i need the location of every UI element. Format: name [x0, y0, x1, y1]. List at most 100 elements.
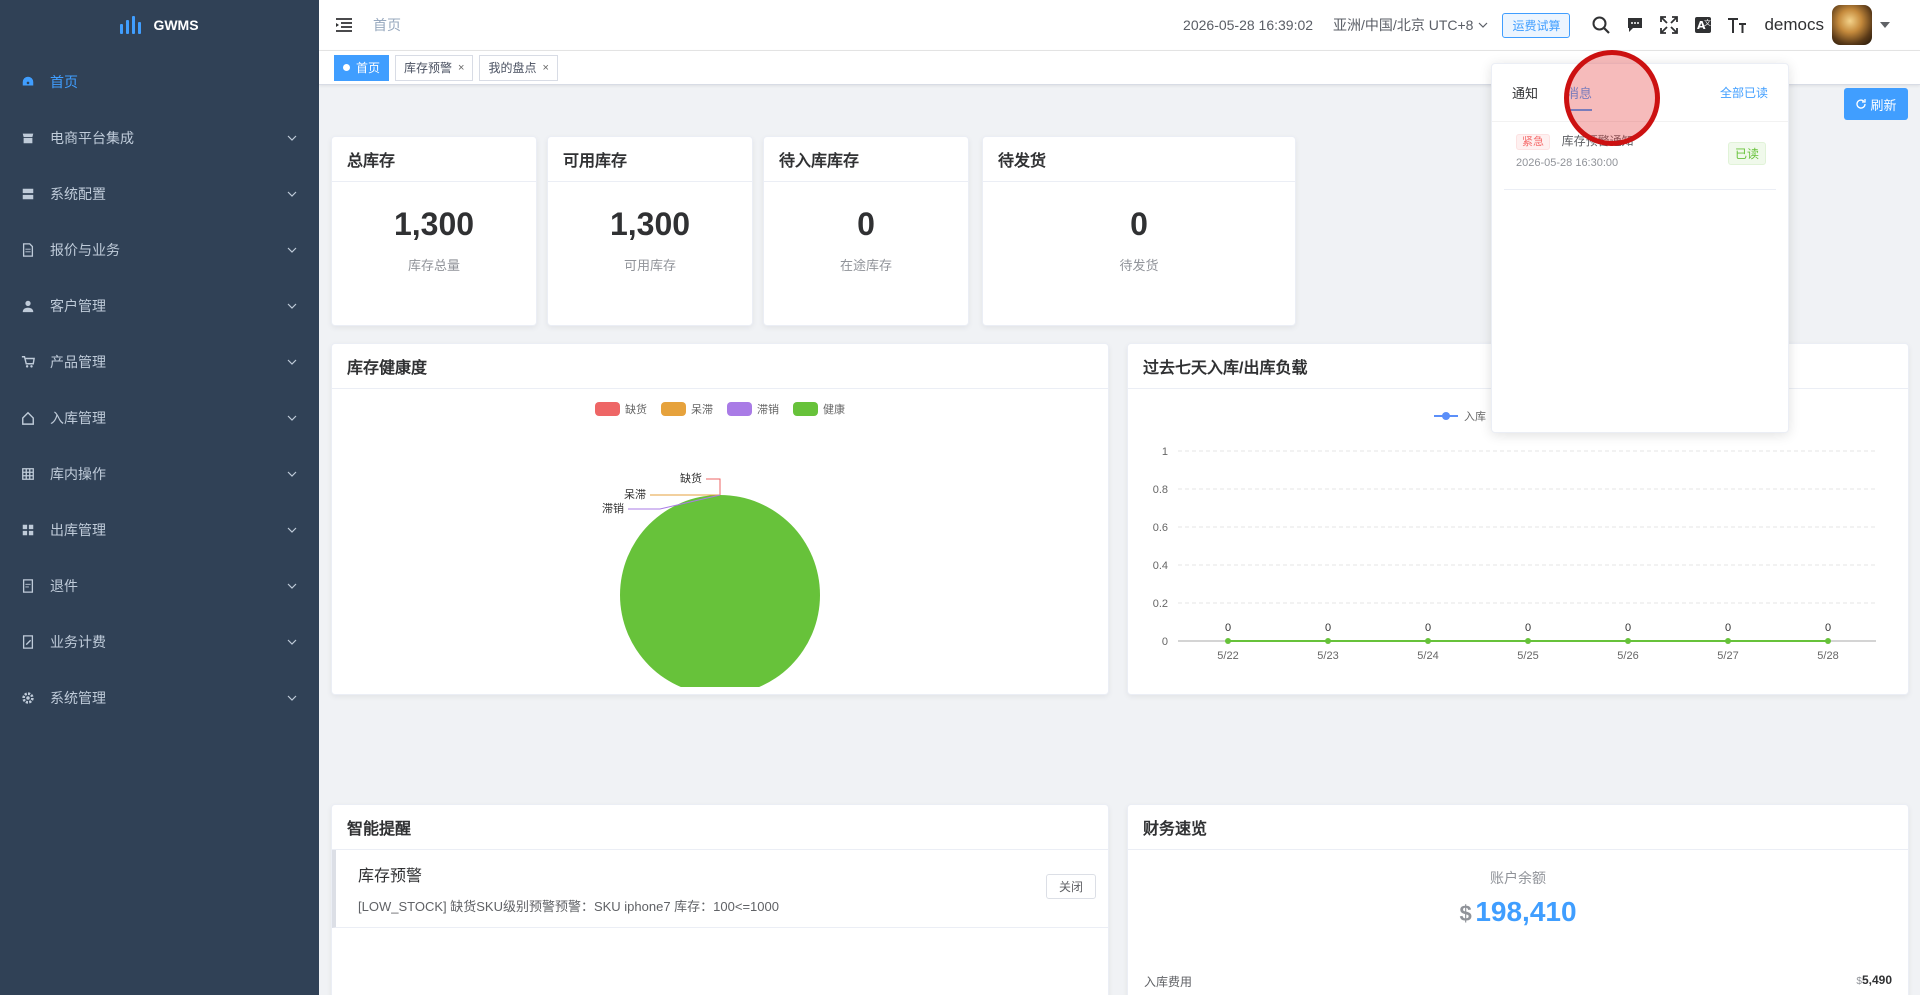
- sidebar-item-8[interactable]: 出库管理: [0, 502, 319, 558]
- mark-all-read-link[interactable]: 全部已读: [1720, 84, 1768, 101]
- data-point[interactable]: [1525, 638, 1531, 644]
- close-alert-button[interactable]: 关闭: [1045, 874, 1096, 899]
- breadcrumb[interactable]: 首页: [373, 15, 401, 35]
- legend-label: 入库: [1464, 410, 1486, 423]
- pie-chart: 缺货呆滞滞销健康: [602, 471, 820, 694]
- pie-label: 呆滞: [624, 488, 646, 501]
- tag-0[interactable]: 首页: [334, 54, 390, 81]
- hamburger-toggle[interactable]: [319, 0, 369, 50]
- sidebar-item-4[interactable]: 客户管理: [0, 278, 319, 334]
- legend-swatch: [595, 402, 620, 416]
- sidebar-item-0[interactable]: 首页: [0, 54, 319, 110]
- sidebar-item-5[interactable]: 产品管理: [0, 334, 319, 390]
- data-label: 0: [1625, 622, 1631, 634]
- balance-value: $ 198,410: [1128, 896, 1908, 928]
- tag-label: 首页: [356, 61, 381, 75]
- stat-value: 1,300: [393, 206, 475, 242]
- close-icon[interactable]: ×: [542, 62, 548, 74]
- data-point[interactable]: [1825, 638, 1831, 644]
- current-datetime: 2026-05-28 16:39:02: [1183, 17, 1314, 33]
- legend-label: 健康: [823, 404, 845, 416]
- read-status-badge: 已读: [1727, 142, 1766, 165]
- svg-text:文: 文: [1704, 18, 1711, 27]
- sidebar-item-1[interactable]: 电商平台集成: [0, 110, 319, 166]
- card-title: 库存健康度: [332, 344, 1108, 389]
- sidebar-item-label: 报价与业务: [50, 242, 120, 258]
- stat-body: 0 待发货: [983, 206, 1295, 274]
- sidebar-item-2[interactable]: 系统配置: [0, 166, 319, 222]
- stat-card: 待入库库存 0 在途库存: [763, 136, 969, 326]
- close-icon[interactable]: ×: [458, 62, 464, 74]
- tab-notices[interactable]: 通知: [1512, 83, 1538, 102]
- x-tick-label: 5/24: [1417, 650, 1438, 662]
- tag-2[interactable]: 我的盘点 ×: [479, 54, 558, 81]
- stat-body: 1,300 库存总量: [332, 206, 536, 274]
- inventory-health-card: 库存健康度 缺货呆滞滞销健康 缺货呆滞滞销健康: [331, 343, 1109, 695]
- username[interactable]: democs: [1764, 15, 1824, 35]
- legend-swatch: [661, 402, 686, 416]
- y-tick-label: 0.6: [1153, 522, 1168, 534]
- legend-swatch: [727, 402, 752, 416]
- message-button[interactable]: [1618, 0, 1652, 50]
- legend-item[interactable]: 缺货: [595, 401, 647, 417]
- freight-calc-button[interactable]: 运费试算: [1502, 12, 1571, 38]
- pie-slice[interactable]: [620, 495, 820, 694]
- data-label: 0: [1525, 622, 1531, 634]
- logo-icon: [120, 16, 142, 34]
- search-icon: [1592, 16, 1611, 34]
- message-time: 2026-05-28 16:30:00: [1516, 157, 1619, 169]
- timezone-select[interactable]: 亚洲/中国/北京 UTC+8: [1333, 15, 1488, 35]
- grid-icon: [20, 466, 36, 482]
- app-name: GWMS: [153, 17, 199, 33]
- urgent-badge: 紧急: [1516, 134, 1550, 150]
- translate-button[interactable]: A文: [1686, 0, 1720, 50]
- fullscreen-button[interactable]: [1652, 0, 1686, 50]
- app-logo[interactable]: GWMS: [0, 0, 319, 50]
- refresh-button[interactable]: 刷新: [1844, 88, 1908, 120]
- stat-label: 可用库存: [623, 258, 676, 273]
- sidebar-item-label: 退件: [50, 578, 78, 594]
- line-legend-item[interactable]: [1434, 412, 1458, 420]
- chat-icon: [1628, 18, 1643, 32]
- sidebar-item-7[interactable]: 库内操作: [0, 446, 319, 502]
- font-size-button[interactable]: [1720, 0, 1754, 50]
- search-button[interactable]: [1584, 0, 1618, 50]
- tag-1[interactable]: 库存预警 ×: [395, 54, 474, 81]
- sidebar-item-6[interactable]: 入库管理: [0, 390, 319, 446]
- sidebar-item-11[interactable]: 系统管理: [0, 670, 319, 726]
- data-point[interactable]: [1225, 638, 1231, 644]
- dashboard-icon: [20, 74, 36, 90]
- sidebar-item-10[interactable]: 业务计费: [0, 614, 319, 670]
- legend-item[interactable]: 呆滞: [661, 401, 713, 417]
- pie-label: 缺货: [680, 471, 702, 485]
- legend-item[interactable]: 健康: [793, 401, 845, 417]
- pie-label: 滞销: [602, 501, 624, 515]
- card-title: 可用库存: [548, 137, 752, 182]
- chevron-down-icon: [287, 359, 297, 365]
- pie-label-line: [706, 478, 721, 495]
- sidebar-item-3[interactable]: 报价与业务: [0, 222, 319, 278]
- finance-overview-card: 财务速览 账户余额 $ 198,410 入库费用 $5,490: [1127, 804, 1909, 995]
- x-tick-label: 5/26: [1617, 650, 1638, 662]
- chevron-down-icon: [287, 303, 297, 309]
- legend-item[interactable]: 滞销: [727, 401, 779, 417]
- avatar[interactable]: [1832, 5, 1872, 45]
- caret-down-icon[interactable]: [1880, 22, 1890, 28]
- x-tick-label: 5/23: [1317, 650, 1338, 662]
- alert-item: 库存预警 [LOW_STOCK] 缺货SKU级别预警预警：SKU iphone7…: [332, 850, 1108, 928]
- data-point[interactable]: [1325, 638, 1331, 644]
- sidebar-item-9[interactable]: 退件: [0, 558, 319, 614]
- data-label: 0: [1425, 622, 1431, 634]
- sidebar-item-label: 入库管理: [50, 410, 106, 426]
- card-title: 总库存: [332, 137, 536, 182]
- sidebar-item-label: 库内操作: [50, 466, 106, 482]
- data-point[interactable]: [1425, 638, 1431, 644]
- x-tick-label: 5/28: [1817, 650, 1838, 662]
- active-dot: [343, 64, 350, 71]
- database-icon: [20, 186, 36, 202]
- data-point[interactable]: [1725, 638, 1731, 644]
- legend-label: 滞销: [757, 404, 779, 416]
- data-point[interactable]: [1625, 638, 1631, 644]
- data-label: 0: [1225, 622, 1231, 634]
- sidebar-item-label: 首页: [50, 74, 78, 90]
